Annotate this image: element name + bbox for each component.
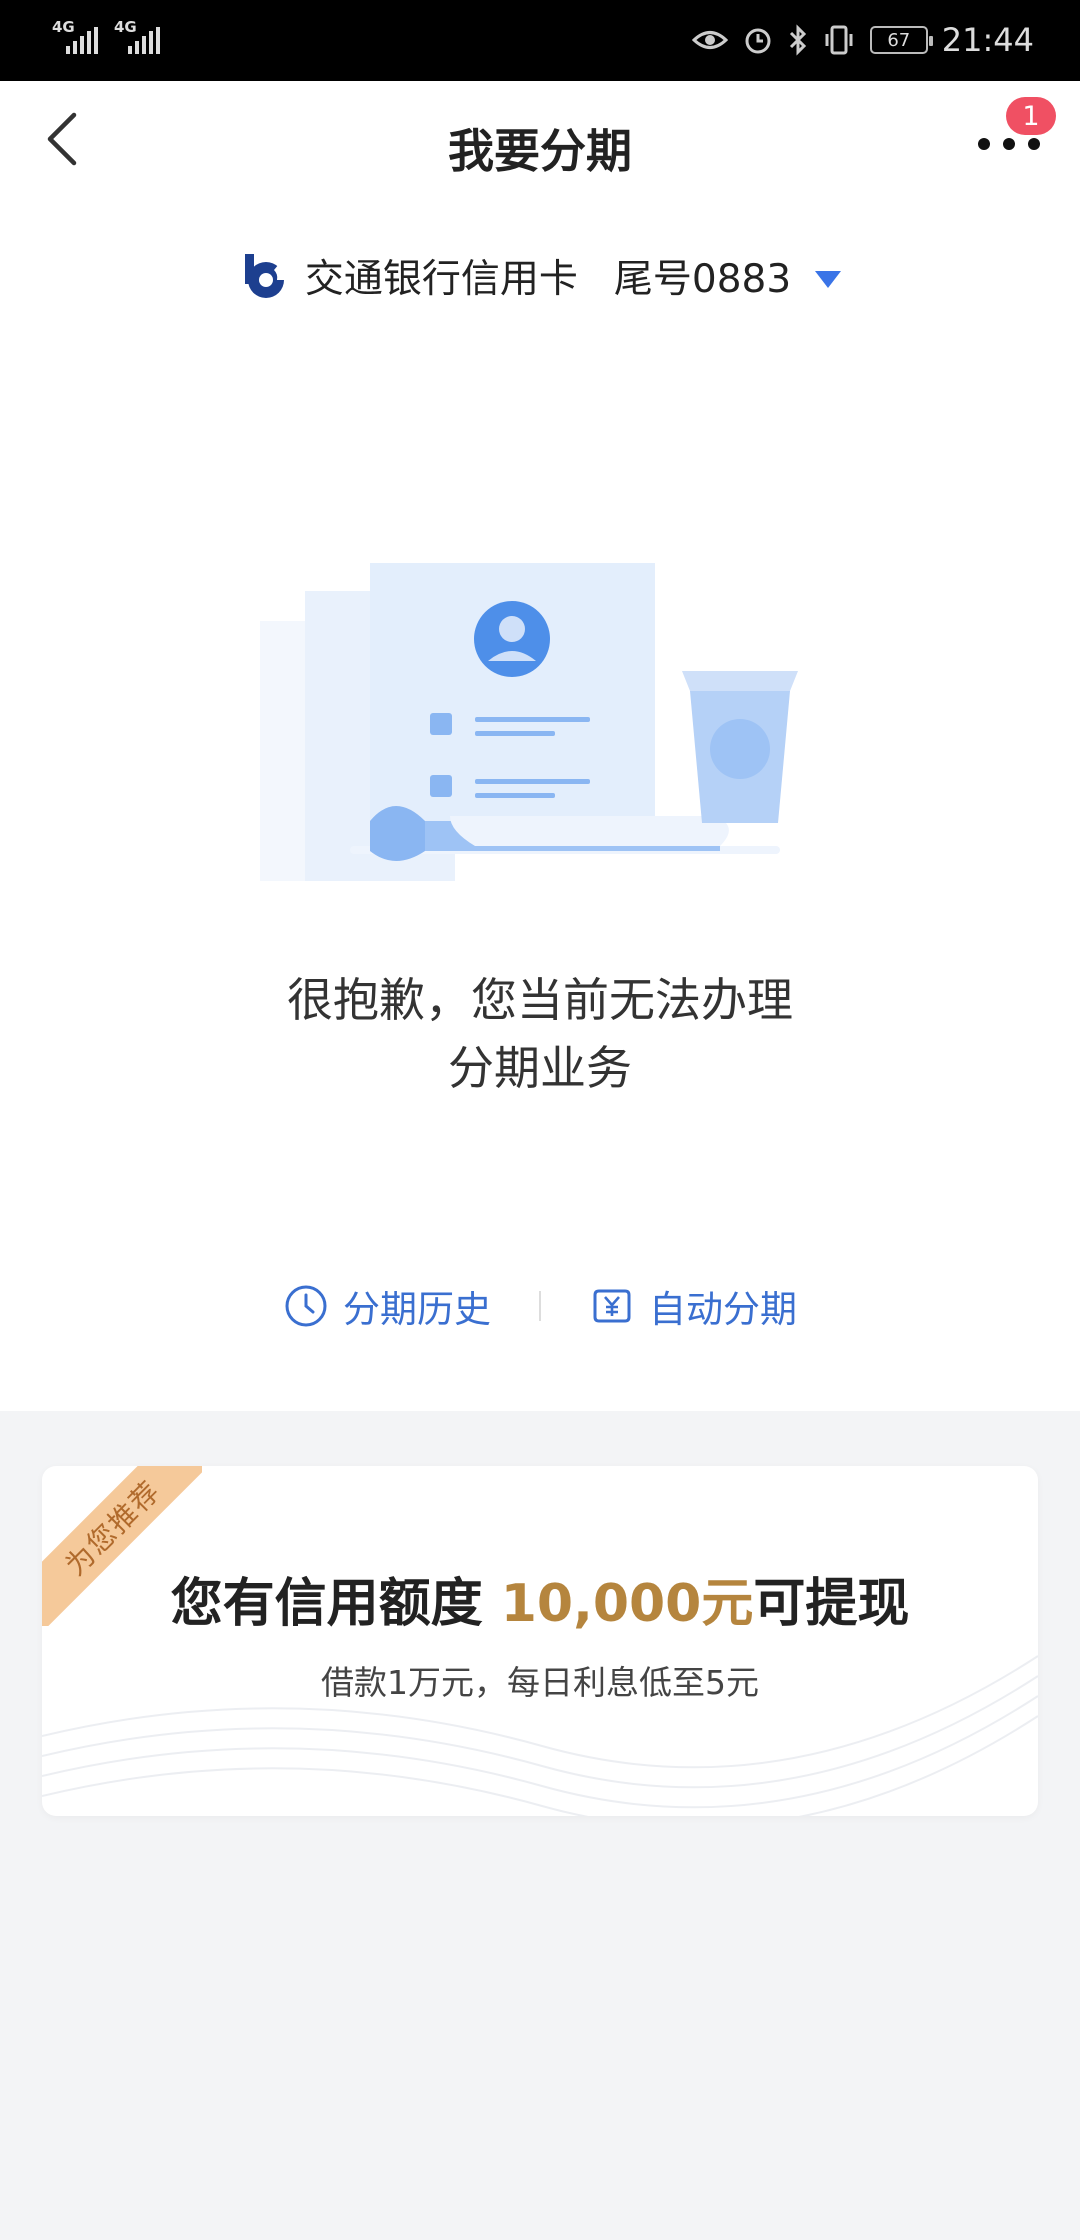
more-dot-icon	[1028, 138, 1040, 150]
empty-state-illustration	[260, 563, 798, 881]
auto-installment-label: 自动分期	[649, 1288, 797, 1331]
battery-icon: 67	[869, 26, 933, 54]
bank-name: 交通银行信用卡	[304, 257, 578, 302]
installment-history-link[interactable]: 分期历史	[283, 1279, 491, 1333]
promo-title-prefix: 您有信用额度	[170, 1574, 501, 1634]
error-message-line2: 分期业务	[448, 1041, 632, 1095]
clock-icon	[285, 1285, 327, 1327]
more-dot-icon	[1003, 138, 1015, 150]
clock: 21:44	[941, 21, 1034, 59]
card-selector[interactable]: 交通银行信用卡 尾号0883	[0, 241, 1080, 311]
notification-badge: 1	[1006, 97, 1056, 135]
promo-amount: 10,000元	[500, 1574, 754, 1634]
error-message: 很抱歉，您当前无法办理 分期业务	[0, 966, 1080, 1102]
promo-card[interactable]: 为您推荐 您有信用额度 10,000元可提现 借款1万元，每日利息低至5元	[42, 1466, 1038, 1816]
promo-subtitle: 借款1万元，每日利息低至5元	[321, 1663, 759, 1702]
card-tail-number: 尾号0883	[613, 257, 792, 302]
battery-level: 67	[887, 29, 911, 51]
promo-title-suffix: 可提现	[753, 1574, 910, 1634]
bocom-logo-icon	[244, 254, 285, 298]
header: 我要分期	[0, 81, 1080, 211]
action-divider	[539, 1291, 541, 1321]
yuan-repeat-icon	[593, 1289, 631, 1323]
main-content: 交通银行信用卡 尾号0883 很抱歉，您当前无法办理 分期业务 分期历史 自动分…	[0, 211, 1080, 1411]
eye-icon	[691, 31, 728, 49]
wave-background	[42, 1655, 1038, 1816]
status-bar: 4G 4G 67 21:44	[0, 0, 1080, 81]
vibrate-icon	[825, 25, 853, 55]
installment-history-label: 分期历史	[343, 1288, 491, 1331]
action-links: 分期历史 自动分期	[0, 1271, 1080, 1341]
dropdown-caret-icon	[815, 270, 842, 288]
promo-title: 您有信用额度 10,000元可提现	[42, 1561, 1038, 1636]
page-title: 我要分期	[448, 124, 632, 178]
auto-installment-link[interactable]: 自动分期	[589, 1279, 797, 1333]
error-message-line1: 很抱歉，您当前无法办理	[287, 973, 793, 1027]
bluetooth-icon	[789, 24, 806, 56]
more-dot-icon	[978, 138, 990, 150]
alarm-icon	[745, 28, 771, 54]
